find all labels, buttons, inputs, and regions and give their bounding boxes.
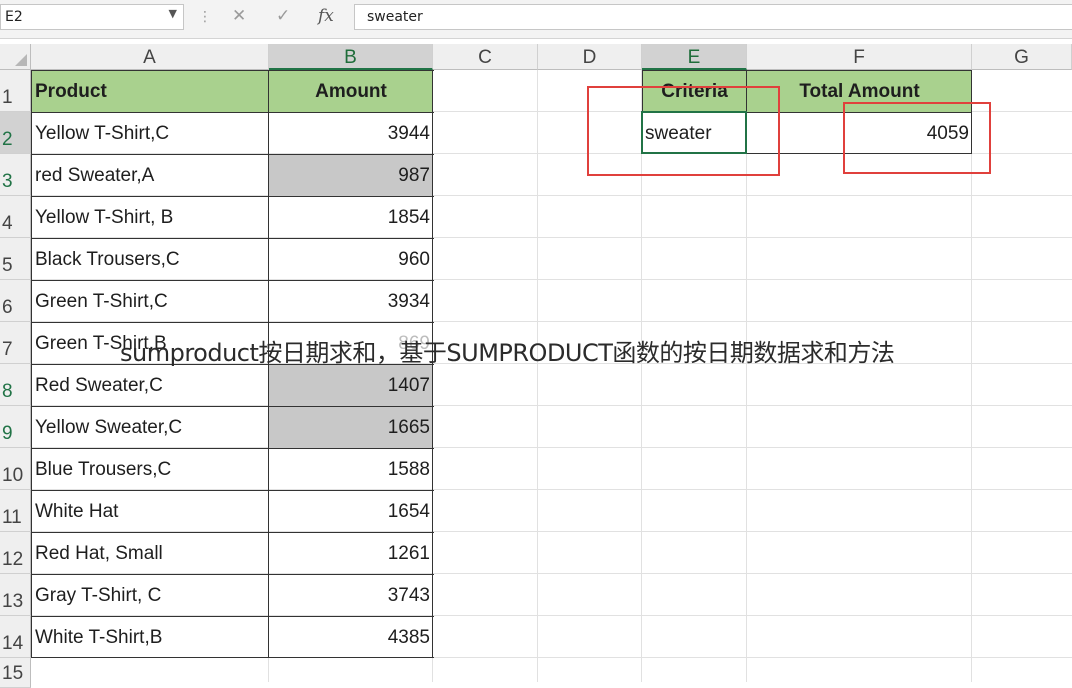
row-header[interactable]: 12: [0, 532, 31, 574]
row-header[interactable]: 4: [0, 196, 31, 238]
product-cell[interactable]: Yellow T-Shirt, B: [31, 196, 269, 238]
row-header[interactable]: 15: [0, 658, 31, 688]
product-cell[interactable]: White Hat: [31, 490, 269, 532]
product-cell[interactable]: Blue Trousers,C: [31, 448, 269, 490]
amount-cell[interactable]: 1654: [269, 490, 433, 532]
amount-cell[interactable]: 1588: [269, 448, 433, 490]
annotation-box-total: [843, 102, 991, 174]
formula-value: sweater: [367, 9, 423, 25]
product-cell[interactable]: Yellow Sweater,C: [31, 406, 269, 448]
product-cell[interactable]: Gray T-Shirt, C: [31, 574, 269, 616]
row-header[interactable]: 13: [0, 574, 31, 616]
product-cell[interactable]: Red Sweater,C: [31, 364, 269, 406]
row-header[interactable]: 14: [0, 616, 31, 658]
row-header[interactable]: 7: [0, 322, 31, 364]
row-header[interactable]: 8: [0, 364, 31, 406]
row-header[interactable]: 1: [0, 70, 31, 112]
amount-cell[interactable]: 3743: [269, 574, 433, 616]
formula-bar: E2 ▼ ⋮ ✕ ✓ fx sweater: [0, 0, 1072, 39]
select-all-corner[interactable]: [0, 44, 31, 70]
amount-cell[interactable]: 1407: [269, 364, 433, 406]
amount-cell[interactable]: 3944: [269, 112, 433, 154]
product-cell[interactable]: Red Hat, Small: [31, 532, 269, 574]
more-options-icon[interactable]: ⋮: [198, 9, 212, 25]
product-cell[interactable]: Green T-Shirt,C: [31, 280, 269, 322]
product-cell[interactable]: Black Trousers,C: [31, 238, 269, 280]
column-header-b[interactable]: B: [269, 44, 433, 70]
chevron-down-icon[interactable]: ▼: [169, 7, 177, 20]
enter-icon[interactable]: ✓: [276, 6, 290, 26]
overlay-title: sumproduct按日期求和，基于SUMPRODUCT函数的按日期数据求和方法: [120, 339, 895, 367]
formula-input[interactable]: sweater: [354, 4, 1072, 30]
column-header-e[interactable]: E: [642, 44, 747, 70]
row-header[interactable]: 9: [0, 406, 31, 448]
table-header-product[interactable]: Product: [31, 70, 269, 112]
row-header[interactable]: 3: [0, 154, 31, 196]
column-header-c[interactable]: C: [433, 44, 538, 70]
row-header[interactable]: 5: [0, 238, 31, 280]
column-header-g[interactable]: G: [972, 44, 1072, 70]
name-box[interactable]: E2 ▼: [0, 4, 184, 30]
insert-function-icon[interactable]: fx: [318, 6, 334, 26]
annotation-box-criteria: [587, 86, 780, 176]
row-header[interactable]: 2: [0, 112, 31, 154]
amount-cell[interactable]: 960: [269, 238, 433, 280]
cancel-icon[interactable]: ✕: [232, 6, 246, 26]
amount-cell[interactable]: 987: [269, 154, 433, 196]
amount-cell[interactable]: 1261: [269, 532, 433, 574]
column-header-f[interactable]: F: [747, 44, 972, 70]
row-header[interactable]: 6: [0, 280, 31, 322]
amount-cell[interactable]: 1665: [269, 406, 433, 448]
product-cell[interactable]: Yellow T-Shirt,C: [31, 112, 269, 154]
column-header-d[interactable]: D: [538, 44, 642, 70]
product-cell[interactable]: White T-Shirt,B: [31, 616, 269, 658]
amount-cell[interactable]: 3934: [269, 280, 433, 322]
table-header-amount[interactable]: Amount: [269, 70, 433, 112]
row-header[interactable]: 11: [0, 490, 31, 532]
name-box-value: E2: [5, 9, 23, 25]
column-header-a[interactable]: A: [31, 44, 269, 70]
amount-cell[interactable]: 1854: [269, 196, 433, 238]
product-cell[interactable]: red Sweater,A: [31, 154, 269, 196]
amount-cell[interactable]: 4385: [269, 616, 433, 658]
row-header[interactable]: 10: [0, 448, 31, 490]
